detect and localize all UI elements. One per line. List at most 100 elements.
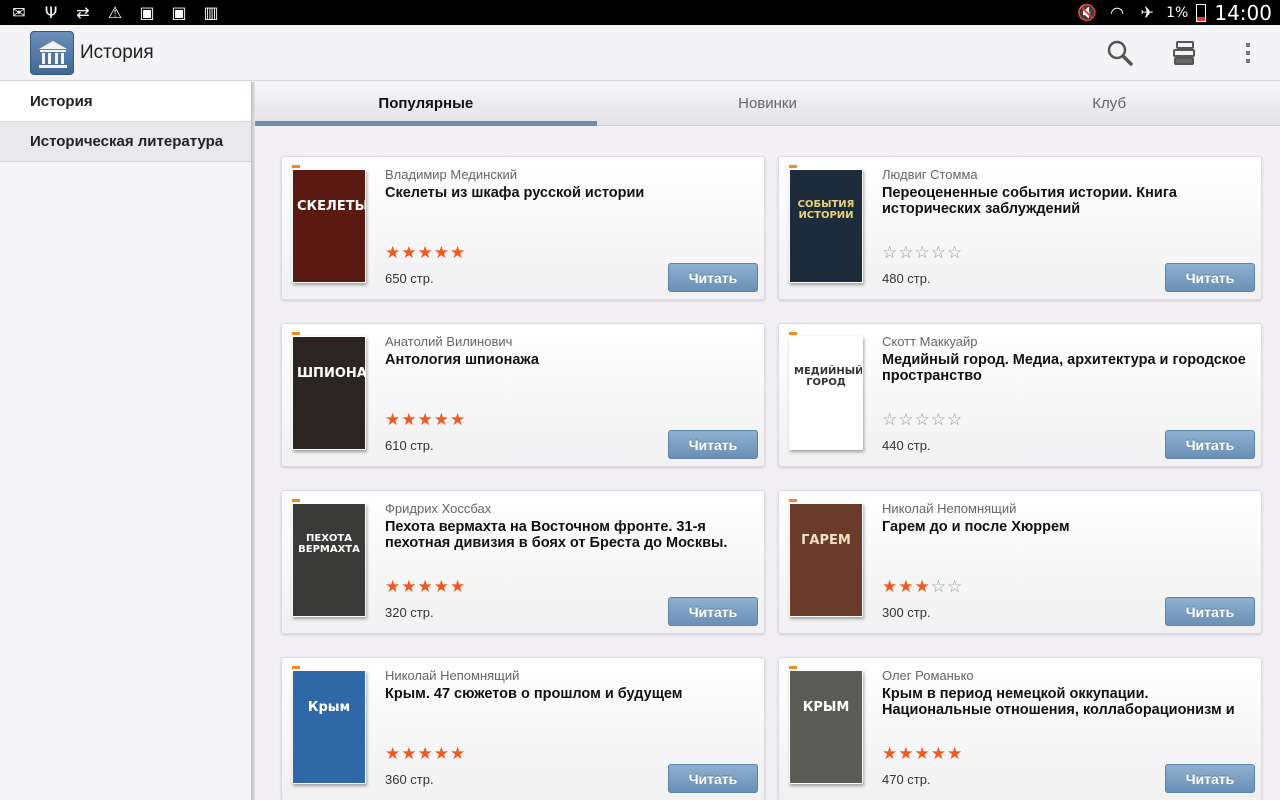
book-title[interactable]: Переоцененные события истории. Книга ист… [882, 185, 1247, 217]
book-cover[interactable]: ПЕХОТА ВЕРМАХТА [292, 503, 366, 617]
book-list: СКЕЛЕТЫ Владимир Мединский Скелеты из шк… [255, 126, 1280, 800]
usb-icon: Ψ [44, 3, 58, 22]
page-count: 440 стр. [882, 438, 931, 453]
book-cover[interactable]: СКЕЛЕТЫ [292, 169, 366, 283]
action-bar: История [0, 25, 1280, 81]
star-empty-icon: ☆ [882, 410, 899, 430]
book-cover[interactable]: ШПИОНАЖА [292, 336, 366, 450]
book-card[interactable]: КРЫМ Олег Романько Крым в период немецко… [778, 657, 1262, 800]
overflow-menu-button[interactable] [1230, 35, 1266, 71]
book-cover[interactable]: КРЫМ [789, 670, 863, 784]
book-card[interactable]: Крым Николай Непомнящий Крым. 47 сюжетов… [281, 657, 765, 800]
star-filled-icon: ★ [401, 577, 418, 597]
star-filled-icon: ★ [450, 744, 467, 764]
rating-stars: ★★★★★ [882, 744, 963, 764]
new-marker [292, 332, 300, 335]
star-filled-icon: ★ [385, 577, 402, 597]
book-title[interactable]: Крым в период немецкой оккупации. Национ… [882, 686, 1247, 718]
new-marker [292, 165, 300, 168]
star-filled-icon: ★ [433, 243, 450, 263]
book-title[interactable]: Гарем до и после Хюррем [882, 519, 1247, 535]
book-card[interactable]: СОБЫТИЯ ИСТОРИИ Людвиг Стомма Переоценен… [778, 156, 1262, 300]
star-filled-icon: ★ [882, 744, 899, 764]
rating-stars: ★★★★★ [385, 410, 466, 430]
read-button[interactable]: Читать [1165, 263, 1255, 292]
book-author: Фридрих Хоссбах [385, 501, 492, 516]
book-title[interactable]: Пехота вермахта на Восточном фронте. 31-… [385, 519, 750, 551]
book-cover[interactable]: Крым [292, 670, 366, 784]
library-button[interactable] [1166, 35, 1202, 71]
rating-stars: ★★★★★ [385, 243, 466, 263]
page-count: 360 стр. [385, 772, 434, 787]
star-filled-icon: ★ [417, 577, 434, 597]
sidebar: История Историческая литература [0, 82, 255, 800]
book-cover[interactable]: СОБЫТИЯ ИСТОРИИ [789, 169, 863, 283]
system-icons: 🔇 ◠ ✈ 1% 14:00 [1076, 0, 1272, 25]
new-marker [789, 165, 797, 168]
star-filled-icon: ★ [882, 577, 899, 597]
star-empty-icon: ☆ [947, 577, 964, 597]
book-title[interactable]: Медийный город. Медиа, архитектура и гор… [882, 352, 1247, 384]
book-card[interactable]: ГАРЕМ Николай Непомнящий Гарем до и посл… [778, 490, 1262, 634]
read-button[interactable]: Читать [668, 597, 758, 626]
page-count: 320 стр. [385, 605, 434, 620]
tab-bar: Популярные Новинки Клуб [255, 82, 1280, 126]
cover-title: КРЫМ [802, 700, 850, 715]
battery-icon [1196, 3, 1207, 22]
new-marker [789, 332, 797, 335]
read-button[interactable]: Читать [668, 430, 758, 459]
page-count: 470 стр. [882, 772, 931, 787]
book-author: Николай Непомнящий [385, 668, 520, 683]
star-empty-icon: ☆ [930, 577, 947, 597]
star-filled-icon: ★ [417, 410, 434, 430]
sidebar-item-history[interactable]: История [0, 82, 251, 122]
tab-popular[interactable]: Популярные [255, 82, 597, 126]
rating-stars: ★★★★★ [385, 577, 466, 597]
read-button[interactable]: Читать [1165, 764, 1255, 793]
book-cover[interactable]: ГАРЕМ [789, 503, 863, 617]
sidebar-item-historical-literature[interactable]: Историческая литература [0, 122, 251, 162]
book-title[interactable]: Антология шпионажа [385, 352, 750, 368]
app-logo-icon[interactable] [30, 31, 74, 75]
status-bar: ✉ Ψ ⇄ ⚠ ▣ ▣ ▥ 🔇 ◠ ✈ 1% 14:00 [0, 0, 1280, 25]
star-empty-icon: ☆ [914, 243, 931, 263]
cover-title: МЕДИЙНЫЙ ГОРОД [794, 366, 863, 388]
overflow-menu-icon [1246, 43, 1250, 63]
star-empty-icon: ☆ [898, 410, 915, 430]
star-filled-icon: ★ [930, 744, 947, 764]
star-filled-icon: ★ [450, 243, 467, 263]
star-filled-icon: ★ [401, 410, 418, 430]
star-filled-icon: ★ [433, 577, 450, 597]
app-title: История [80, 42, 154, 63]
cover-title: СКЕЛЕТЫ [297, 199, 366, 214]
read-button[interactable]: Читать [668, 764, 758, 793]
read-button[interactable]: Читать [668, 263, 758, 292]
book-title[interactable]: Крым. 47 сюжетов о прошлом и будущем [385, 686, 750, 702]
star-filled-icon: ★ [898, 744, 915, 764]
notification-icons: ✉ Ψ ⇄ ⚠ ▣ ▣ ▥ [8, 2, 222, 23]
download-icon: ▣ [139, 3, 155, 22]
star-filled-icon: ★ [385, 744, 402, 764]
read-button[interactable]: Читать [1165, 430, 1255, 459]
read-button[interactable]: Читать [1165, 597, 1255, 626]
cover-title: ШПИОНАЖА [297, 366, 366, 381]
star-filled-icon: ★ [914, 577, 931, 597]
star-empty-icon: ☆ [947, 410, 964, 430]
star-filled-icon: ★ [385, 243, 402, 263]
page-count: 300 стр. [882, 605, 931, 620]
book-author: Николай Непомнящий [882, 501, 1017, 516]
cover-title: Крым [307, 700, 351, 715]
tab-club[interactable]: Клуб [938, 82, 1280, 125]
star-filled-icon: ★ [385, 410, 402, 430]
search-button[interactable] [1102, 35, 1138, 71]
book-card[interactable]: ШПИОНАЖА Анатолий Вилинович Антология шп… [281, 323, 765, 467]
book-card[interactable]: СКЕЛЕТЫ Владимир Мединский Скелеты из шк… [281, 156, 765, 300]
book-title[interactable]: Скелеты из шкафа русской истории [385, 185, 750, 201]
book-card[interactable]: ПЕХОТА ВЕРМАХТА Фридрих Хоссбах Пехота в… [281, 490, 765, 634]
star-empty-icon: ☆ [898, 243, 915, 263]
book-cover[interactable]: МЕДИЙНЫЙ ГОРОД [789, 336, 863, 450]
book-card[interactable]: МЕДИЙНЫЙ ГОРОД Скотт Маккуайр Медийный г… [778, 323, 1262, 467]
tab-new[interactable]: Новинки [597, 82, 939, 125]
star-filled-icon: ★ [450, 577, 467, 597]
cover-title: СОБЫТИЯ ИСТОРИИ [797, 199, 855, 221]
